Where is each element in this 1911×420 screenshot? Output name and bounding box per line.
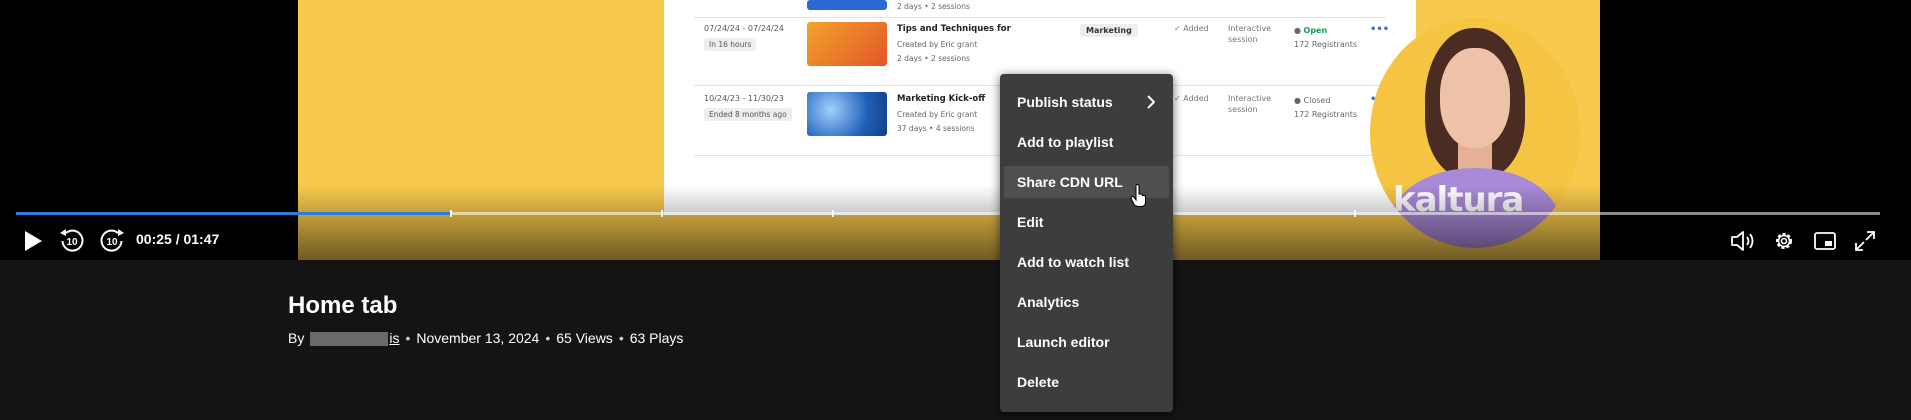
play-icon — [25, 231, 42, 251]
menu-item-publish-status[interactable]: Publish status — [1004, 86, 1169, 118]
row-sessions: 2 days • 2 sessions — [897, 54, 970, 63]
menu-item-edit[interactable]: Edit — [1004, 206, 1169, 238]
menu-item-label: Launch editor — [1017, 334, 1110, 350]
row-created-by: Created by Eric grant — [897, 40, 978, 49]
menu-item-label: Add to playlist — [1017, 134, 1114, 150]
menu-item-delete[interactable]: Delete — [1004, 366, 1169, 398]
entry-views: 65 Views — [556, 330, 613, 347]
row-meta: Created by Eric grant 37 days • 4 sessio… — [897, 108, 977, 136]
entry-date: November 13, 2024 — [416, 330, 540, 347]
fullscreen-icon — [1855, 231, 1875, 251]
chapter-marker — [832, 210, 835, 217]
video-row-fragment-text: 2 days • 2 sessions — [897, 2, 970, 11]
row-status: ● Closed 172 Registrants — [1294, 94, 1357, 122]
row-registrants: 172 Registrants — [1294, 110, 1358, 119]
menu-item-add-to-watch-list[interactable]: Add to watch list — [1004, 246, 1169, 278]
entry-meta: By is • November 13, 2024 • 65 Views • 6… — [288, 330, 684, 347]
row-thumbnail — [807, 92, 887, 136]
rewind-10-icon: 10 — [60, 229, 84, 252]
row-added: ✓ Added — [1174, 24, 1209, 33]
menu-item-label: Publish status — [1017, 94, 1113, 110]
menu-item-label: Analytics — [1017, 294, 1080, 310]
by-label: By — [288, 330, 305, 347]
settings-button[interactable] — [1769, 226, 1799, 256]
video-row-thumb — [807, 0, 887, 10]
menu-item-analytics[interactable]: Analytics — [1004, 286, 1169, 318]
progress-bar[interactable] — [16, 210, 1880, 217]
redacted-author-name — [310, 332, 389, 347]
fullscreen-button[interactable] — [1850, 226, 1880, 256]
menu-item-launch-editor[interactable]: Launch editor — [1004, 326, 1169, 358]
menu-item-label: Delete — [1017, 374, 1060, 390]
row-dates: 07/24/24 - 07/24/24 — [704, 24, 784, 33]
row-more-icon: ••• — [1370, 24, 1390, 35]
row-status-label: Open — [1303, 26, 1328, 35]
row-type-line1: Interactive — [1228, 94, 1272, 103]
progress-fill — [16, 212, 451, 215]
row-tag: Marketing — [1080, 24, 1138, 37]
chapter-marker — [1354, 210, 1357, 217]
svg-text:10: 10 — [66, 237, 78, 248]
row-type-line2: session — [1228, 35, 1258, 44]
context-menu: Publish status Add to playlist Share CDN… — [1000, 74, 1173, 412]
controls-gradient — [0, 185, 1911, 260]
row-title: Tips and Techniques for — [897, 24, 1011, 34]
picture-in-picture-icon — [1814, 232, 1836, 250]
volume-icon — [1731, 231, 1754, 251]
rewind-10-button[interactable]: 10 — [56, 226, 88, 256]
row-meta: Created by Eric grant 2 days • 2 session… — [897, 38, 977, 66]
pip-button[interactable] — [1810, 226, 1840, 256]
row-registrants: 172 Registrants — [1294, 40, 1358, 49]
hand-cursor-icon — [1130, 184, 1146, 207]
volume-button[interactable] — [1728, 226, 1758, 256]
row-pill: In 16 hours — [704, 38, 757, 51]
row-thumbnail — [807, 22, 887, 66]
row-created-by: Created by Eric grant — [897, 110, 978, 119]
row-dates: 10/24/23 - 11/30/23 — [704, 94, 784, 103]
forward-10-icon: 10 — [100, 229, 124, 252]
chapter-marker — [660, 210, 663, 217]
row-title: Marketing Kick-off — [897, 94, 986, 104]
row-type: Interactive session — [1228, 93, 1271, 115]
play-button[interactable] — [18, 226, 48, 256]
author-name-suffix: is — [389, 330, 400, 346]
menu-item-label: Add to watch list — [1017, 254, 1129, 270]
page: 2 days • 2 sessions 07/24/24 - 07/24/24 … — [0, 0, 1911, 420]
menu-item-label: Share CDN URL — [1017, 174, 1123, 190]
menu-item-label: Edit — [1017, 214, 1044, 230]
separator: • — [545, 330, 551, 347]
forward-10-button[interactable]: 10 — [96, 226, 128, 256]
row-added: ✓ Added — [1174, 94, 1209, 103]
row-pill: Ended 8 months ago — [704, 108, 792, 121]
row-status: ● Open 172 Registrants — [1294, 24, 1357, 52]
svg-text:10: 10 — [106, 237, 118, 248]
row-type-line2: session — [1228, 105, 1258, 114]
row-status-label: Closed — [1303, 96, 1331, 105]
chapter-marker — [450, 210, 453, 217]
entry-title: Home tab — [288, 292, 398, 319]
separator: • — [618, 330, 624, 347]
gear-icon — [1776, 233, 1792, 249]
chevron-right-icon — [1147, 95, 1155, 109]
row-type-line1: Interactive — [1228, 24, 1272, 33]
time-display: 00:25 / 01:47 — [136, 231, 220, 247]
menu-item-add-to-playlist[interactable]: Add to playlist — [1004, 126, 1169, 158]
author-link[interactable]: is — [310, 330, 400, 347]
entry-plays: 63 Plays — [629, 330, 684, 347]
row-type: Interactive session — [1228, 23, 1271, 45]
row-sessions: 37 days • 4 sessions — [897, 124, 975, 133]
video-player[interactable]: 2 days • 2 sessions 07/24/24 - 07/24/24 … — [0, 0, 1911, 260]
separator: • — [405, 330, 411, 347]
